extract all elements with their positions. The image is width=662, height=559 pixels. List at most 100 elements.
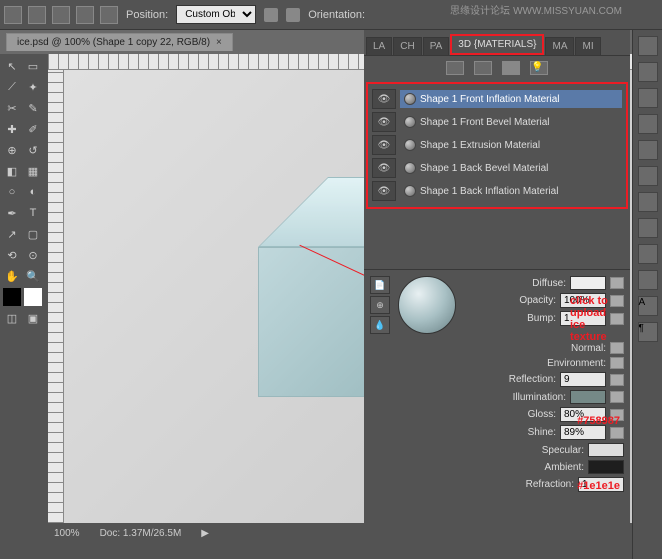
3d-camera-icon[interactable] — [28, 6, 46, 24]
screenmode-tool[interactable]: ▣ — [23, 308, 43, 328]
diffuse-texture-icon[interactable] — [610, 277, 624, 289]
swatches-panel-icon[interactable] — [638, 140, 658, 160]
position-select[interactable]: Custom Ob... — [176, 5, 256, 24]
orientation-label: Orientation: — [308, 9, 365, 21]
reflection-texture-icon[interactable] — [610, 374, 624, 386]
material-name: Shape 1 Back Inflation Material — [420, 186, 558, 197]
history-brush-tool[interactable]: ↺ — [23, 140, 43, 160]
material-row[interactable]: 👁 Shape 1 Back Inflation Material — [372, 180, 622, 202]
dock-collapse-icon[interactable] — [638, 36, 658, 56]
normal-label: Normal: — [536, 343, 606, 354]
shape-tool[interactable]: ▢ — [23, 224, 43, 244]
quickmask-tool[interactable]: ◫ — [2, 308, 22, 328]
background-color[interactable] — [23, 287, 43, 307]
healing-tool[interactable]: ✚ — [2, 119, 22, 139]
3d-light-icon[interactable] — [76, 6, 94, 24]
zoom-level[interactable]: 100% — [54, 528, 80, 539]
material-row[interactable]: 👁 Shape 1 Extrusion Material — [372, 134, 622, 156]
tab-3d-materials[interactable]: 3D {MATERIALS} — [450, 34, 544, 55]
material-name: Shape 1 Extrusion Material — [420, 140, 540, 151]
styles-panel-icon[interactable] — [638, 166, 658, 186]
path-tool[interactable]: ↗ — [2, 224, 22, 244]
paragraph-panel-icon[interactable]: ¶ — [638, 322, 658, 342]
visibility-icon[interactable]: 👁 — [372, 135, 396, 155]
wand-tool[interactable]: ✦ — [23, 77, 43, 97]
tab-masks[interactable]: MA — [545, 37, 574, 55]
foreground-color[interactable] — [2, 287, 22, 307]
material-row[interactable]: 👁 Shape 1 Front Inflation Material — [372, 88, 622, 110]
material-item[interactable]: Shape 1 Back Bevel Material — [400, 159, 622, 177]
material-preview[interactable] — [398, 276, 456, 334]
material-picker-icon[interactable]: ⊕ — [370, 296, 390, 314]
tab-mini[interactable]: MI — [575, 37, 600, 55]
material-row[interactable]: 👁 Shape 1 Back Bevel Material — [372, 157, 622, 179]
filter-mesh-icon[interactable] — [474, 61, 492, 75]
dodge-tool[interactable]: ◐ — [23, 182, 43, 202]
tab-layers[interactable]: LA — [366, 37, 392, 55]
illumination-swatch[interactable] — [570, 390, 606, 404]
gradient-tool[interactable]: ▦ — [23, 161, 43, 181]
environment-texture-icon[interactable] — [610, 357, 624, 369]
visibility-icon[interactable]: 👁 — [372, 158, 396, 178]
illumination-texture-icon[interactable] — [610, 391, 624, 403]
refraction-label: Refraction: — [504, 479, 574, 490]
character-panel-icon[interactable]: A — [638, 296, 658, 316]
visibility-icon[interactable]: 👁 — [372, 181, 396, 201]
material-row[interactable]: 👁 Shape 1 Front Bevel Material — [372, 111, 622, 133]
reflection-input[interactable] — [560, 372, 606, 387]
ambient-swatch[interactable] — [588, 460, 624, 474]
new-material-icon[interactable]: 📄 — [370, 276, 390, 294]
close-icon[interactable]: × — [216, 37, 222, 48]
eraser-tool[interactable]: ◧ — [2, 161, 22, 181]
marquee-tool[interactable]: ▭ — [23, 56, 43, 76]
brush-tool[interactable]: ✐ — [23, 119, 43, 139]
3d-object-icon[interactable] — [4, 6, 22, 24]
3d-mesh-icon[interactable] — [52, 6, 70, 24]
3d-scene-icon[interactable] — [100, 6, 118, 24]
move-tool[interactable]: ↖ — [2, 56, 22, 76]
visibility-icon[interactable]: 👁 — [372, 89, 396, 109]
shine-texture-icon[interactable] — [610, 427, 624, 439]
mb-panel-icon[interactable] — [638, 192, 658, 212]
pen-tool[interactable]: ✒ — [2, 203, 22, 223]
material-drop-icon[interactable]: 💧 — [370, 316, 390, 334]
bump-label: Bump: — [486, 313, 556, 324]
material-item[interactable]: Shape 1 Extrusion Material — [400, 136, 622, 154]
delete-icon[interactable] — [286, 8, 300, 22]
diffuse-swatch[interactable] — [570, 276, 606, 290]
illumination-label: Illumination: — [496, 392, 566, 403]
zoom-tool[interactable]: 🔍 — [23, 266, 43, 286]
specular-swatch[interactable] — [588, 443, 624, 457]
status-arrow-icon[interactable]: ▶ — [201, 528, 209, 539]
adjustments-panel-icon[interactable] — [638, 218, 658, 238]
crop-tool[interactable]: ✂ — [2, 98, 22, 118]
actions-panel-icon[interactable] — [638, 88, 658, 108]
eyedropper-tool[interactable]: ✎ — [23, 98, 43, 118]
material-item[interactable]: Shape 1 Front Bevel Material — [400, 113, 622, 131]
material-item-selected[interactable]: Shape 1 Front Inflation Material — [400, 90, 622, 108]
tab-channels[interactable]: CH — [393, 37, 421, 55]
tab-paths[interactable]: PA — [423, 37, 450, 55]
history-panel-icon[interactable] — [638, 62, 658, 82]
filter-materials-icon[interactable] — [502, 61, 520, 75]
blur-tool[interactable]: ○ — [2, 182, 22, 202]
normal-texture-icon[interactable] — [610, 342, 624, 354]
info-panel-icon[interactable] — [638, 270, 658, 290]
visibility-icon[interactable]: 👁 — [372, 112, 396, 132]
shine-input[interactable] — [560, 425, 606, 440]
stamp-tool[interactable]: ⊕ — [2, 140, 22, 160]
material-item[interactable]: Shape 1 Back Inflation Material — [400, 182, 622, 200]
lasso-tool[interactable]: ⟋ — [2, 77, 22, 97]
type-tool[interactable]: T — [23, 203, 43, 223]
document-tab[interactable]: ice.psd @ 100% (Shape 1 copy 22, RGB/8) … — [6, 33, 233, 51]
filter-scene-icon[interactable] — [446, 61, 464, 75]
3d-rotate-tool[interactable]: ⟲ — [2, 245, 22, 265]
save-icon[interactable] — [264, 8, 278, 22]
hand-tool[interactable]: ✋ — [2, 266, 22, 286]
navigator-panel-icon[interactable] — [638, 244, 658, 264]
color-panel-icon[interactable] — [638, 114, 658, 134]
filter-lights-icon[interactable]: 💡 — [530, 61, 548, 75]
3d-orbit-tool[interactable]: ⊙ — [23, 245, 43, 265]
material-thumb-icon — [404, 185, 416, 197]
shine-label: Shine: — [486, 427, 556, 438]
